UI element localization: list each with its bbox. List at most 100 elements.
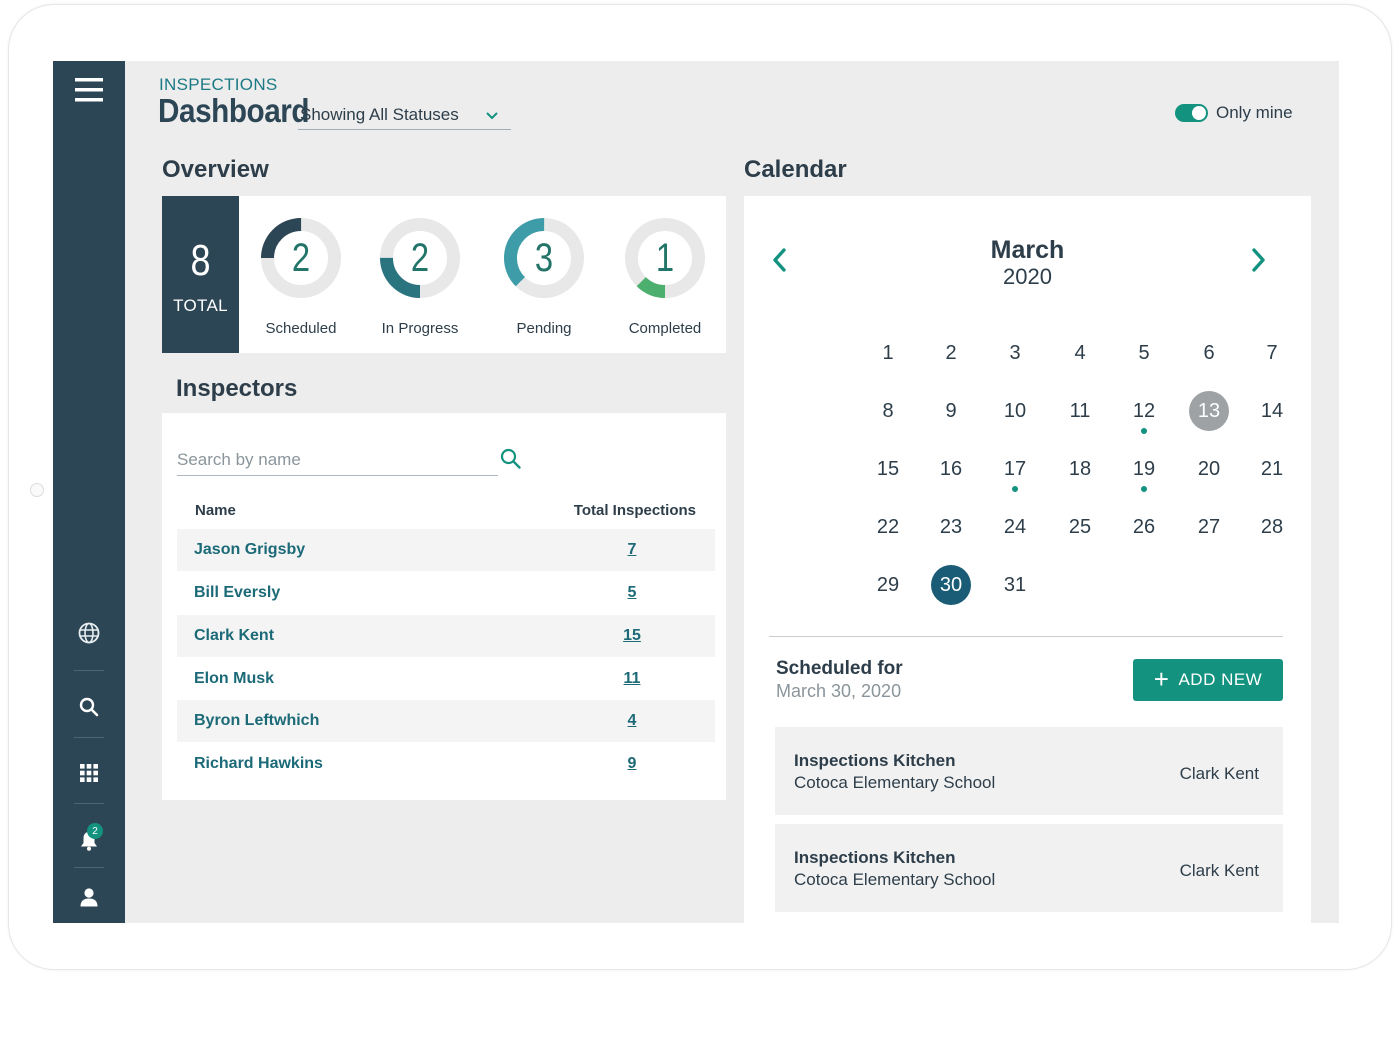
search-icon[interactable] [53, 695, 125, 719]
calendar-day[interactable]: 4 [1060, 333, 1100, 373]
status-filter-select[interactable]: Showing All Statuses [298, 101, 511, 130]
calendar-day[interactable]: 2 [931, 333, 971, 373]
event-inspector: Clark Kent [1179, 764, 1259, 783]
plus-icon: + [1153, 664, 1170, 694]
calendar-day[interactable]: 15 [868, 449, 908, 489]
camera-icon [30, 483, 44, 497]
inspector-name-link[interactable]: Bill Eversly [194, 584, 280, 602]
search-field [177, 445, 498, 476]
inspector-name-link[interactable]: Byron Leftwhich [194, 712, 319, 730]
inspection-count-link[interactable]: 7 [617, 541, 647, 559]
event-dot [1141, 486, 1147, 492]
inspection-count-link[interactable]: 15 [617, 627, 647, 645]
event-card[interactable]: Inspections Kitchen Cotoca Elementary Sc… [775, 727, 1283, 815]
calendar-day[interactable]: 19 [1124, 449, 1164, 489]
table-row[interactable]: Byron Leftwhich 4 [177, 700, 715, 742]
sidebar-divider [74, 803, 104, 804]
calendar-day[interactable]: 29 [868, 565, 908, 605]
only-mine-toggle[interactable] [1175, 104, 1208, 122]
calendar-day[interactable]: 27 [1189, 507, 1229, 547]
total-box: 8 TOTAL [162, 196, 239, 353]
sidebar: 2 [53, 61, 125, 923]
user-icon[interactable] [53, 885, 125, 909]
calendar-day[interactable]: 21 [1252, 449, 1292, 489]
grid-icon[interactable] [53, 761, 125, 785]
calendar-day[interactable]: 16 [931, 449, 971, 489]
notification-badge: 2 [87, 823, 103, 839]
stat-scheduled[interactable]: 2 Scheduled [241, 216, 361, 337]
inspection-count-link[interactable]: 5 [617, 584, 647, 602]
calendar-day[interactable]: 14 [1252, 391, 1292, 431]
stat-count: 1 [655, 236, 675, 280]
event-title: Inspections Kitchen [794, 848, 956, 867]
overview-title: Overview [162, 156, 269, 183]
calendar-day[interactable]: 11 [1060, 391, 1100, 431]
calendar-day[interactable]: 23 [931, 507, 971, 547]
inspector-name-link[interactable]: Richard Hawkins [194, 755, 323, 773]
calendar-day[interactable]: 6 [1189, 333, 1229, 373]
overview-card: 8 TOTAL 2 Scheduled 2 In Progress 3 Pend… [162, 196, 726, 353]
calendar-day[interactable]: 13 [1189, 391, 1229, 431]
inspector-name-link[interactable]: Jason Grigsby [194, 541, 305, 559]
calendar-day[interactable]: 1 [868, 333, 908, 373]
sidebar-divider [74, 867, 104, 868]
calendar-day[interactable]: 25 [1060, 507, 1100, 547]
table-row[interactable]: Jason Grigsby 7 [177, 529, 715, 571]
table-row[interactable]: Clark Kent 15 [177, 615, 715, 657]
only-mine-toggle-group: Only mine [1175, 103, 1293, 123]
calendar-day[interactable]: 3 [995, 333, 1035, 373]
event-title: Inspections Kitchen [794, 751, 956, 770]
calendar-card: March 2020 1 2 3 4 5 6 7 8 9 10 11 12 13 14 15 16 17 18 19… [744, 196, 1311, 923]
calendar-day[interactable]: 20 [1189, 449, 1229, 489]
calendar-day[interactable]: 24 [995, 507, 1035, 547]
page-title: Dashboard [158, 92, 310, 129]
stat-label: Pending [516, 320, 572, 337]
calendar-day[interactable]: 9 [931, 391, 971, 431]
app-screen: 2 INSPECTIONS Dashboard Showing All Stat… [53, 61, 1339, 923]
table-row[interactable]: Elon Musk 11 [177, 658, 715, 700]
table-row[interactable]: Richard Hawkins 9 [177, 743, 715, 785]
calendar-day[interactable]: 10 [995, 391, 1035, 431]
calendar-day[interactable]: 8 [868, 391, 908, 431]
menu-icon[interactable] [53, 75, 125, 105]
column-header-total[interactable]: Total Inspections [574, 502, 696, 519]
calendar-day[interactable]: 31 [995, 565, 1035, 605]
stat-count: 2 [291, 236, 311, 280]
inspection-count-link[interactable]: 4 [617, 712, 647, 730]
calendar-day[interactable]: 30 [931, 565, 971, 605]
event-dot [1012, 486, 1018, 492]
stat-count: 3 [534, 236, 554, 280]
event-location: Cotoca Elementary School [794, 870, 996, 889]
calendar-title: Calendar [744, 156, 847, 183]
calendar-day[interactable]: 22 [868, 507, 908, 547]
search-input[interactable] [177, 450, 477, 470]
status-filter-value: Showing All Statuses [300, 105, 459, 124]
sidebar-divider [74, 737, 104, 738]
stat-completed[interactable]: 1 Completed [605, 216, 725, 337]
add-new-button[interactable]: + ADD NEW [1133, 659, 1283, 701]
calendar-day[interactable]: 7 [1252, 333, 1292, 373]
globe-icon[interactable] [53, 621, 125, 645]
total-label: TOTAL [173, 296, 228, 315]
inspection-count-link[interactable]: 9 [617, 755, 647, 773]
calendar-day[interactable]: 26 [1124, 507, 1164, 547]
calendar-day[interactable]: 12 [1124, 391, 1164, 431]
calendar-month: March [990, 236, 1065, 264]
table-row[interactable]: Bill Eversly 5 [177, 572, 715, 614]
stat-in-progress[interactable]: 2 In Progress [360, 216, 480, 337]
sidebar-divider [74, 670, 104, 671]
stat-pending[interactable]: 3 Pending [484, 216, 604, 337]
inspector-name-link[interactable]: Elon Musk [194, 670, 274, 688]
calendar-day[interactable]: 18 [1060, 449, 1100, 489]
chevron-right-icon[interactable] [1248, 246, 1268, 279]
inspection-count-link[interactable]: 11 [617, 670, 647, 688]
search-icon[interactable] [500, 448, 522, 475]
calendar-day[interactable]: 28 [1252, 507, 1292, 547]
column-header-name[interactable]: Name [195, 502, 236, 519]
inspector-name-link[interactable]: Clark Kent [194, 627, 274, 645]
calendar-day[interactable]: 17 [995, 449, 1035, 489]
event-card[interactable]: Inspections Kitchen Cotoca Elementary Sc… [775, 824, 1283, 912]
calendar-day[interactable]: 5 [1124, 333, 1164, 373]
stat-label: In Progress [381, 320, 459, 337]
chevron-down-icon [485, 107, 499, 127]
